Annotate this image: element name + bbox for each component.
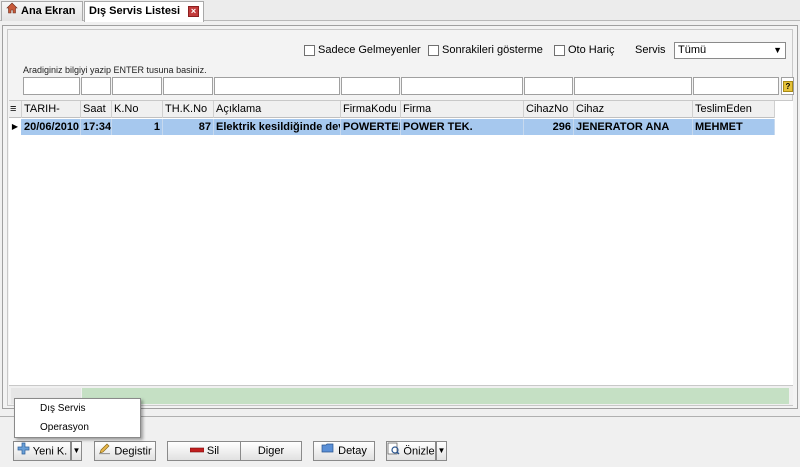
cell-firma: POWER TEK. [401,119,524,135]
preview-icon [387,442,400,461]
diger-label: Diger [257,445,285,458]
tab-dis-servis-label: Dış Servis Listesi [89,5,181,17]
filter-help-button[interactable]: ? [781,77,794,95]
home-icon [6,2,18,20]
search-input-saat[interactable] [81,77,111,95]
servis-label: Servis [635,44,666,56]
data-grid[interactable]: ≡ TARIH- Saat K.No TH.K.No Açıklama Firm… [9,100,793,385]
inner-panel: Sadece Gelmeyenler Sonrakileri gösterme … [7,29,794,406]
cell-saat: 17:34 [83,119,112,135]
checkbox-box[interactable] [304,44,315,56]
cell-cihaz: JENERATOR ANA [574,119,693,135]
column-header[interactable]: Firma [401,101,524,118]
button-bar: Yeni K. ▼ Degistir Sil Diger Detay Önizl… [0,436,800,467]
yeni-label: Yeni K. [32,445,68,458]
search-hint: Aradiginiz bilgiyi yazip ENTER tusuna ba… [23,65,207,75]
search-input-tarih[interactable] [23,77,80,95]
column-header[interactable]: TARIH- [22,101,81,118]
column-header[interactable]: FirmaKodu [341,101,401,118]
search-input-aciklama[interactable] [214,77,340,95]
cell-kno: 1 [112,119,163,135]
sil-button[interactable]: Sil [167,441,242,461]
tab-ana-ekran[interactable]: Ana Ekran [1,1,83,21]
search-input-cihazno[interactable] [524,77,573,95]
search-input-firmakodu[interactable] [341,77,400,95]
checkbox-label: Sadece Gelmeyenler [318,44,421,56]
column-header[interactable]: Saat [81,101,112,118]
table-row[interactable]: 20/06/2010 17:34 1 87 Elektrik kesildiği… [9,119,775,135]
sadece-gelmeyenler-checkbox[interactable]: Sadece Gelmeyenler [304,44,421,56]
main-panel: Sadece Gelmeyenler Sonrakileri gösterme … [2,25,798,409]
column-header[interactable]: TeslimEden [693,101,775,118]
sil-label: Sil [206,445,220,458]
column-chooser-icon[interactable]: ≡ [9,101,22,118]
minus-icon [189,442,205,460]
cell-thkno: 87 [163,119,214,135]
grid-header: ≡ TARIH- Saat K.No TH.K.No Açıklama Firm… [9,101,775,118]
search-input-thkno[interactable] [163,77,213,95]
column-header[interactable]: Açıklama [214,101,341,118]
diger-button[interactable]: Diger [240,441,302,461]
detay-label: Detay [338,445,367,458]
yeni-dropdown-button[interactable]: ▼ [71,441,82,461]
checkbox-label: Oto Hariç [568,44,615,56]
folder-icon [321,442,335,460]
column-header[interactable]: TH.K.No [163,101,214,118]
tab-dis-servis-listesi[interactable]: Dış Servis Listesi × [84,1,204,22]
scroll-track[interactable] [82,388,789,404]
sonrakileri-gosterme-checkbox[interactable]: Sonrakileri gösterme [428,44,543,56]
filter-bar: Sadece Gelmeyenler Sonrakileri gösterme … [8,42,794,60]
search-input-cihaz[interactable] [574,77,692,95]
window: Ana Ekran Dış Servis Listesi × Sadece Ge… [0,0,800,467]
search-input-teslimeden[interactable] [693,77,779,95]
onizle-dropdown-button[interactable]: ▼ [436,441,447,461]
chevron-down-icon: ▼ [773,45,782,55]
tab-ana-ekran-label: Ana Ekran [21,5,76,17]
onizle-button[interactable]: Önizle [386,441,436,461]
cell-cihazno: 296 [524,119,574,135]
chevron-down-icon: ▼ [437,446,446,455]
plus-icon [17,442,30,461]
tab-strip: Ana Ekran Dış Servis Listesi × [0,0,800,22]
oto-haric-checkbox[interactable]: Oto Hariç [554,44,614,56]
menu-item-dis-servis[interactable]: Dış Servis [15,400,140,418]
close-icon[interactable]: × [188,6,199,17]
detay-button[interactable]: Detay [313,441,375,461]
servis-select[interactable]: Tümü ▼ [674,42,786,59]
servis-value: Tümü [678,44,707,56]
checkbox-label: Sonrakileri gösterme [442,44,543,56]
pencil-icon [98,442,111,461]
column-header[interactable]: CihazNo [524,101,574,118]
search-input-kno[interactable] [112,77,162,95]
chevron-down-icon: ▼ [72,446,81,455]
onizle-label: Önizle [403,445,435,458]
column-header[interactable]: Cihaz [574,101,693,118]
column-header[interactable]: K.No [112,101,163,118]
degistir-button[interactable]: Degistir [94,441,156,461]
help-icon: ? [783,81,793,92]
menu-item-operasyon[interactable]: Operasyon [15,419,140,437]
cell-teslimeden: MEHMET [693,119,775,135]
row-indicator-icon: ▶ [9,119,21,135]
yeni-popup-menu: Dış Servis Operasyon [14,398,141,438]
cell-firmakodu: POWERTEK [343,119,401,135]
cell-aciklama: Elektrik kesildiğinde devr [216,119,341,135]
checkbox-box[interactable] [428,44,439,56]
cell-tarih: 20/06/2010 [24,119,81,135]
degistir-label: Degistir [114,445,152,458]
yeni-button[interactable]: Yeni K. [13,441,71,461]
search-input-firma[interactable] [401,77,523,95]
checkbox-box[interactable] [554,44,565,56]
